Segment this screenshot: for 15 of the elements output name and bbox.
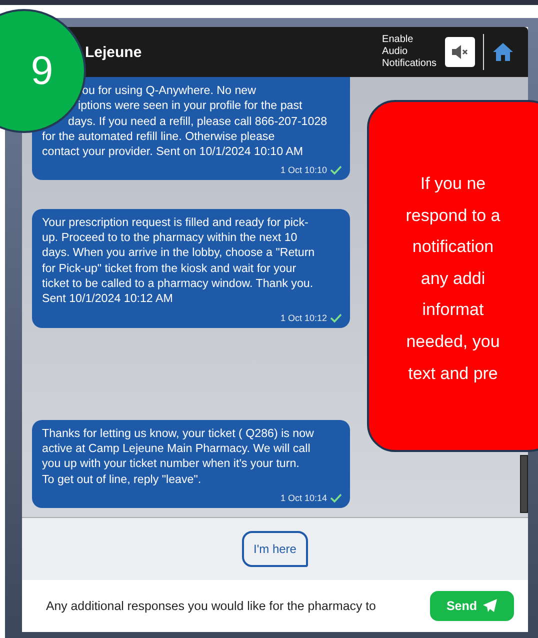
paper-plane-icon: [483, 599, 498, 613]
home-icon[interactable]: [492, 42, 514, 62]
message-time: 1 Oct 10:10: [280, 165, 327, 176]
message-time: 1 Oct 10:12: [280, 312, 327, 323]
chat-title: Lejeune: [85, 44, 142, 60]
audio-toggle-button[interactable]: [444, 37, 474, 67]
audio-notifications-label: Enable Audio Notifications: [382, 34, 436, 70]
message-text: ou for using Q-Anywhere. No new iptions were seen in your profile for the past days. If you need a refill, please call 866-207-1028 for the automated refill line. Otherwise please contact your provider. Sent on 10/1/2024 10:10 AM: [42, 84, 328, 160]
muted-speaker-icon: [450, 44, 468, 60]
callout-text: If you ne respond to a notification any addi informat needed, you text and pre: [404, 173, 502, 385]
message-text: Your prescription request is filled and ready for pick- up. Proceed to to the pharmacy within the next 10 days. When you arrive in the lobby, choose a "Return for Pick-up" ticket from the kiosk and wait for your ticket to be called to a pharmacy window. Thank you. Sent 10/1/2024 10:12 AM: [42, 214, 316, 307]
message-time: 1 Oct 10:14: [280, 492, 327, 503]
scrollbar[interactable]: [520, 455, 528, 513]
message-text: Thanks for letting us know, your ticket ( Q286) is now active at Camp Lejeune Main Pharmacy. We will call you up with your ticket number when it's your turn. To get out of line, reply "leave".: [42, 426, 315, 487]
quick-reply-button[interactable]: I'm here: [242, 531, 308, 567]
